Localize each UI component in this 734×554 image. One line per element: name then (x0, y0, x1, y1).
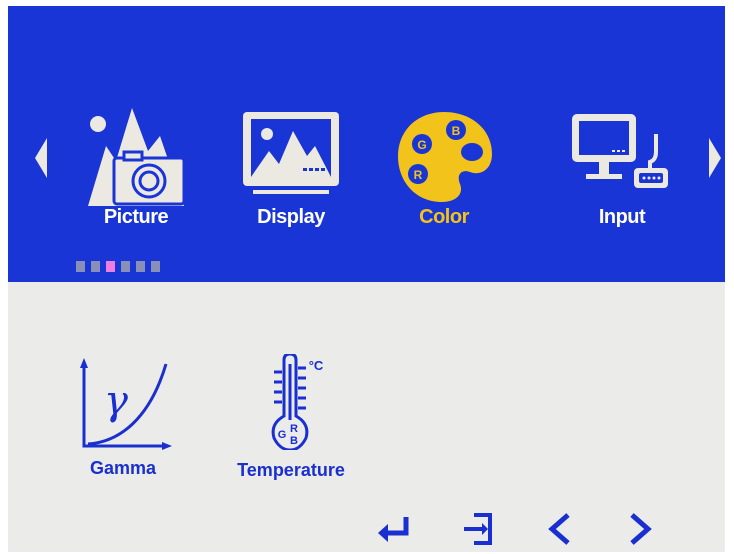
page-dot-active (106, 261, 115, 272)
page-dot (151, 261, 160, 272)
picture-icon (88, 108, 186, 206)
display-icon (243, 112, 339, 194)
rgb-letter: G (278, 429, 287, 441)
menu-item-picture[interactable]: Picture (76, 106, 196, 246)
submenu-item-temperature[interactable]: °C G R B Temperature (226, 354, 356, 488)
palette-icon: B G R (398, 112, 492, 202)
gamma-icon: γ (80, 358, 172, 450)
left-arrow-icon[interactable] (540, 511, 580, 547)
thermometer-icon: °C G R B (271, 354, 324, 450)
submenu-item-label: Gamma (89, 458, 157, 478)
svg-text:B: B (452, 124, 461, 138)
rgb-letter: R (290, 423, 298, 435)
page-dot (76, 261, 85, 272)
menu-item-label: Input (598, 206, 646, 228)
menu-item-label: Picture (103, 206, 169, 228)
enter-icon[interactable] (374, 511, 414, 547)
svg-text:G: G (417, 138, 426, 152)
exit-icon[interactable] (458, 511, 498, 547)
menu-item-display[interactable]: Display (231, 106, 351, 246)
page-dot (136, 261, 145, 272)
menu-item-label: Color (419, 206, 469, 228)
menu-right-arrow-icon[interactable] (708, 138, 722, 178)
rgb-letter: B (290, 435, 298, 447)
menu-item-label: Display (257, 206, 325, 228)
osd-screen: Picture Display B G R Color Input γ Gamm… (8, 6, 725, 552)
input-icon (572, 114, 668, 188)
svg-text:R: R (414, 168, 423, 182)
right-arrow-icon[interactable] (620, 511, 660, 547)
main-menu-bar: Picture Display B G R Color Input (8, 6, 725, 282)
menu-left-arrow-icon[interactable] (34, 138, 48, 178)
svg-text:γ: γ (104, 378, 128, 424)
page-dot (121, 261, 130, 272)
submenu-item-gamma[interactable]: γ Gamma (68, 358, 178, 488)
menu-item-input[interactable]: Input (562, 106, 682, 246)
celsius-unit: °C (309, 358, 324, 373)
menu-item-color[interactable]: B G R Color (384, 106, 504, 246)
page-dot (91, 261, 100, 272)
submenu-item-label: Temperature (237, 460, 345, 480)
